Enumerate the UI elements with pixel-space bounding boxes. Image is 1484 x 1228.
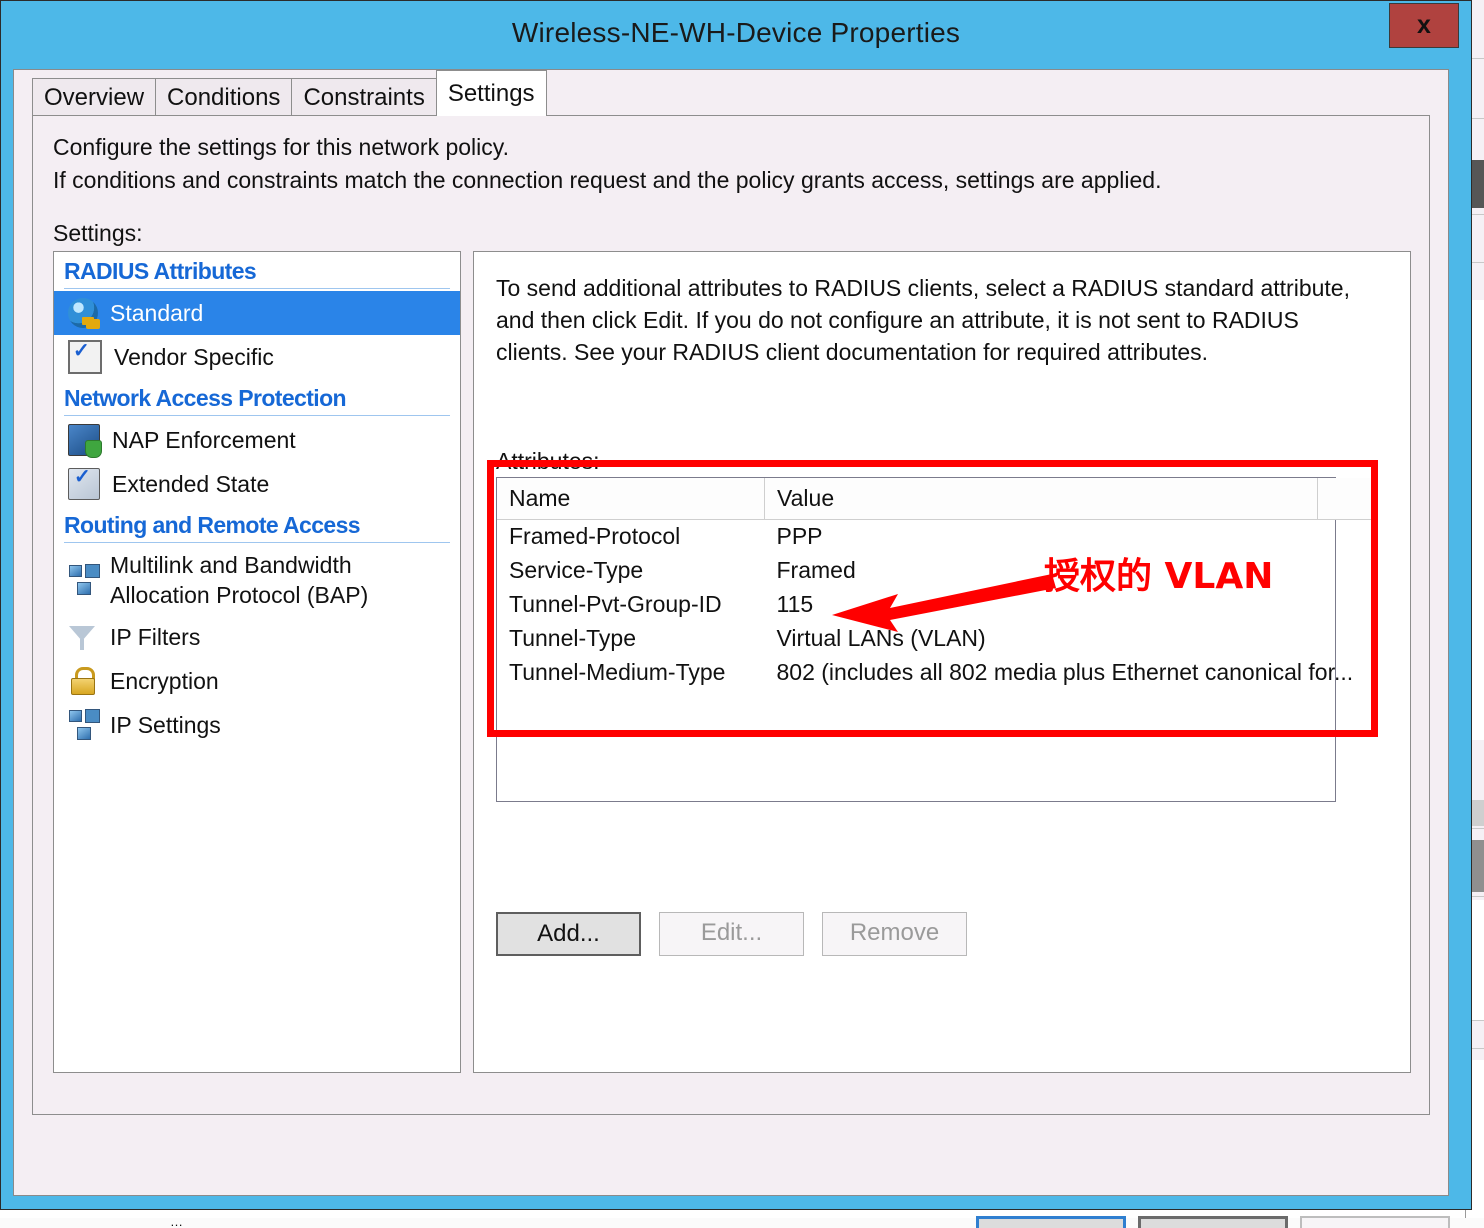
- settings-tree[interactable]: RADIUS Attributes Standard Vendor Specif…: [53, 251, 461, 1073]
- sidebar-item-label: Vendor Specific: [114, 344, 274, 370]
- screen-root: … Wireless-NE-WH-Device Properties x Ove…: [0, 0, 1484, 1228]
- settings-label: Settings:: [53, 220, 143, 246]
- sidebar-item-label: Multilink and Bandwidth Allocation Proto…: [110, 552, 369, 608]
- padlock-icon: [68, 666, 98, 696]
- background-bottom-text: …: [170, 1218, 183, 1228]
- column-header-blank[interactable]: [1317, 478, 1375, 520]
- sidebar-item-label: IP Settings: [110, 712, 221, 738]
- funnel-icon: [68, 622, 98, 652]
- sidebar-item-extended-state[interactable]: Extended State: [54, 462, 460, 506]
- sidebar-item-multilink-bap[interactable]: Multilink and Bandwidth Allocation Proto…: [54, 545, 460, 615]
- edit-button[interactable]: Edit...: [659, 912, 804, 956]
- sidebar-item-ip-filters[interactable]: IP Filters: [54, 615, 460, 659]
- column-header-value[interactable]: Value: [764, 478, 1318, 520]
- sidebar-item-standard[interactable]: Standard: [54, 291, 460, 335]
- cell-attribute-name: Tunnel-Type: [509, 624, 636, 651]
- table-row[interactable]: Tunnel-Type Virtual LANs (VLAN): [497, 622, 1375, 656]
- tab-settings[interactable]: Settings: [435, 70, 547, 116]
- tab-overview[interactable]: Overview: [32, 78, 157, 116]
- tab-constraints[interactable]: Constraints: [291, 78, 437, 116]
- network-nodes-icon: [68, 565, 98, 595]
- intro-line-1: Configure the settings for this network …: [53, 134, 509, 160]
- sidebar-item-label: Extended State: [112, 471, 270, 497]
- add-button[interactable]: Add...: [496, 912, 641, 956]
- sidebar-item-nap-enforcement[interactable]: NAP Enforcement: [54, 418, 460, 462]
- cell-attribute-name: Framed-Protocol: [509, 522, 681, 549]
- sidebar-item-label: NAP Enforcement: [112, 427, 296, 453]
- attributes-list[interactable]: Name Value Framed-Protocol PPP Service-T…: [496, 477, 1375, 802]
- remove-button[interactable]: Remove: [822, 912, 967, 956]
- ok-button[interactable]: OK: [976, 1216, 1126, 1228]
- tab-strip: Overview Conditions Constraints Settings: [32, 70, 547, 116]
- cell-attribute-value: Virtual LANs (VLAN): [776, 624, 986, 651]
- window-title: Wireless-NE-WH-Device Properties: [511, 17, 961, 48]
- cancel-button[interactable]: Cancel: [1138, 1216, 1288, 1228]
- sidebar-item-label: Encryption: [110, 668, 219, 694]
- table-row[interactable]: Tunnel-Medium-Type 802 (includes all 802…: [497, 656, 1375, 690]
- apply-button[interactable]: Apply: [1300, 1216, 1450, 1228]
- monitor-check-icon: [68, 464, 100, 500]
- sidebar-item-label: Standard: [110, 300, 204, 326]
- tree-group-radius-attributes: RADIUS Attributes: [64, 258, 450, 289]
- detail-description: To send additional attributes to RADIUS …: [496, 275, 1350, 365]
- sidebar-item-vendor-specific[interactable]: Vendor Specific: [54, 335, 460, 379]
- globe-key-icon: [68, 298, 100, 329]
- cell-attribute-name: Service-Type: [509, 556, 644, 583]
- settings-tab-page: Configure the settings for this network …: [32, 115, 1430, 1115]
- intro-text: Configure the settings for this network …: [53, 131, 1161, 197]
- properties-dialog: Wireless-NE-WH-Device Properties x Overv…: [0, 0, 1472, 1228]
- attributes-label: Attributes:: [496, 448, 604, 475]
- network-nodes-icon: [68, 710, 98, 740]
- cell-attribute-name: Tunnel-Medium-Type: [509, 658, 726, 685]
- column-header-name[interactable]: Name: [497, 478, 765, 520]
- table-header-row: Name Value: [497, 478, 1375, 520]
- title-bar[interactable]: Wireless-NE-WH-Device Properties x: [1, 1, 1471, 69]
- computer-shield-icon: [68, 424, 102, 458]
- dialog-client-area: Overview Conditions Constraints Settings…: [13, 69, 1450, 1228]
- vendor-window-icon: [68, 338, 102, 374]
- sidebar-item-encryption[interactable]: Encryption: [54, 659, 460, 703]
- tab-conditions[interactable]: Conditions: [155, 78, 293, 116]
- cell-attribute-name: Tunnel-Pvt-Group-ID: [509, 590, 722, 617]
- tree-group-network-access-protection: Network Access Protection: [64, 385, 450, 416]
- annotation-text: 授权的 VLAN: [1044, 556, 1274, 597]
- intro-line-2: If conditions and constraints match the …: [53, 167, 1162, 193]
- tree-group-routing-and-remote-access: Routing and Remote Access: [64, 512, 450, 543]
- sidebar-item-ip-settings[interactable]: IP Settings: [54, 703, 460, 747]
- sidebar-item-label: IP Filters: [110, 624, 201, 650]
- detail-panel: To send additional attributes to RADIUS …: [473, 251, 1411, 1073]
- cell-attribute-value: 802 (includes all 802 media plus Etherne…: [776, 658, 1354, 685]
- close-icon[interactable]: x: [1389, 3, 1459, 48]
